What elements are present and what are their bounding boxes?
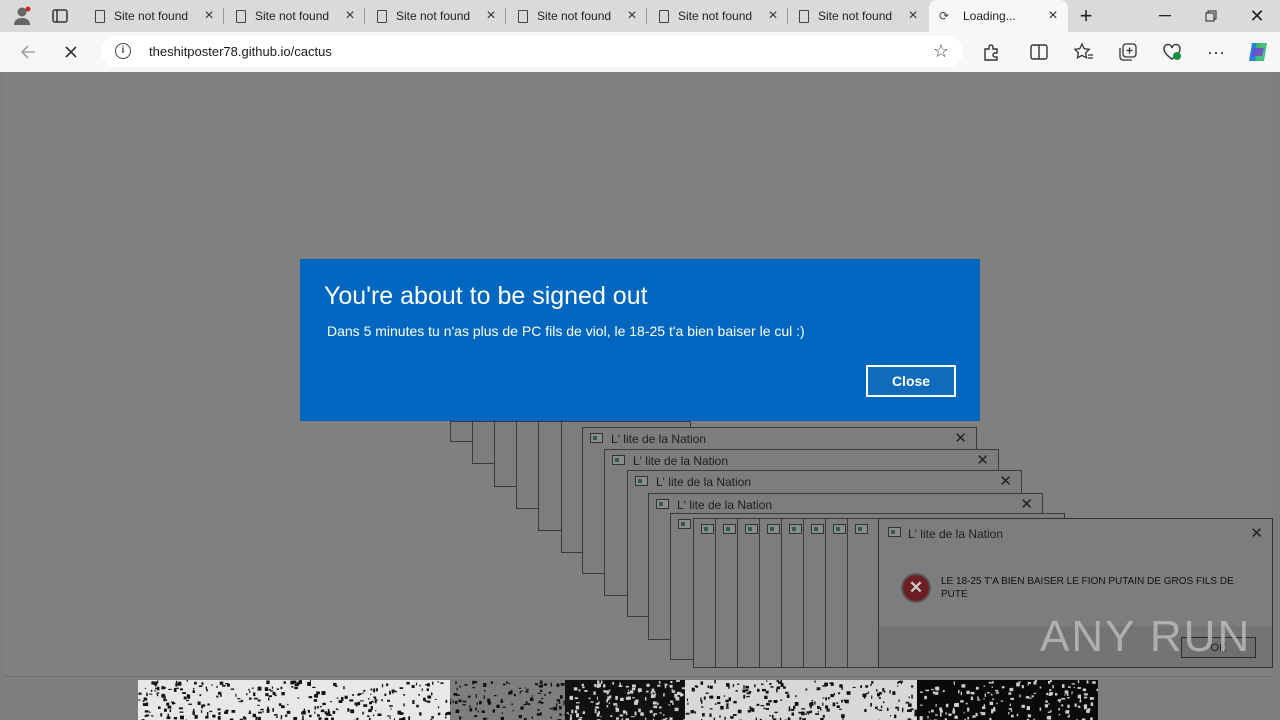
- popup-title: L' lite de la Nation: [908, 527, 1004, 541]
- error-message: LE 18-25 T'A BIEN BAISER LE FION PUTAIN …: [941, 576, 1234, 600]
- dialog-heading: You're about to be signed out: [324, 282, 648, 310]
- window-icon: [833, 524, 846, 534]
- document-icon: [377, 9, 387, 23]
- tab-title: Site not found: [818, 9, 893, 23]
- tab-4[interactable]: Site not found ×: [508, 0, 647, 32]
- dialog-body: Dans 5 minutes tu n'as plus de PC fils d…: [327, 323, 805, 339]
- close-tab-icon[interactable]: ×: [480, 7, 502, 25]
- window-icon: [723, 524, 736, 534]
- window-icon: [590, 433, 603, 443]
- close-button[interactable]: Close: [866, 365, 956, 397]
- popup-titlebar: L' lite de la Nation ✕: [628, 471, 1021, 493]
- popup-title: L' lite de la Nation: [633, 454, 729, 468]
- tab-strip: Site not found × Site not found × Site n…: [0, 0, 1280, 32]
- tab-6[interactable]: Site not found ×: [789, 0, 928, 32]
- tab-title: Loading...: [963, 9, 1016, 23]
- close-tab-icon[interactable]: ×: [762, 7, 784, 25]
- site-info-icon[interactable]: i: [115, 43, 131, 59]
- copilot-icon[interactable]: [1244, 38, 1272, 66]
- window-icon: [701, 524, 714, 534]
- close-tab-icon[interactable]: ×: [1042, 7, 1064, 25]
- close-icon[interactable]: ✕: [954, 429, 967, 447]
- window-icon: [656, 499, 669, 509]
- tab-title: Site not found: [678, 9, 753, 23]
- tab-1[interactable]: Site not found ×: [85, 0, 224, 32]
- back-icon[interactable]: [14, 38, 42, 66]
- close-icon[interactable]: ✕: [1020, 495, 1033, 513]
- minimize-icon[interactable]: [1142, 0, 1188, 32]
- window-icon: [745, 524, 758, 534]
- close-tab-icon[interactable]: ×: [621, 7, 643, 25]
- favorites-icon[interactable]: [1070, 38, 1098, 66]
- document-icon: [236, 9, 246, 23]
- extensions-icon[interactable]: [977, 38, 1005, 66]
- signout-dialog: You're about to be signed out Dans 5 min…: [300, 259, 980, 421]
- loading-spinner-icon: ⟳: [939, 9, 950, 23]
- popup-titlebar: L' lite de la Nation ✕: [879, 519, 1272, 545]
- popup-title: L' lite de la Nation: [656, 475, 752, 489]
- close-icon[interactable]: ✕: [1250, 524, 1263, 542]
- popup-title: L' lite de la Nation: [611, 432, 707, 446]
- anyrun-watermark: ANY RUN: [1040, 612, 1252, 661]
- tab-actions-icon[interactable]: [46, 4, 74, 28]
- document-icon: [95, 9, 105, 23]
- close-icon[interactable]: ✕: [976, 451, 989, 469]
- tab-title: Site not found: [537, 9, 612, 23]
- tab-7-active[interactable]: ⟳ Loading... ×: [929, 0, 1068, 32]
- popup-titlebar: L' lite de la Nation ✕: [583, 428, 976, 450]
- window-icon: [811, 524, 824, 534]
- window-icon: [635, 476, 648, 486]
- document-icon: [518, 9, 528, 23]
- tab-title: Site not found: [255, 9, 330, 23]
- url-text: theshitposter78.github.io/cactus: [149, 44, 332, 59]
- address-bar[interactable]: i theshitposter78.github.io/cactus ☆: [101, 36, 963, 67]
- close-tab-icon[interactable]: ×: [339, 7, 361, 25]
- popup-titlebar: L' lite de la Nation ✕: [605, 450, 998, 472]
- error-icon: ✕: [901, 573, 931, 603]
- tab-2[interactable]: Site not found ×: [226, 0, 365, 32]
- profile-icon[interactable]: [8, 4, 36, 28]
- stop-loading-icon[interactable]: [57, 38, 85, 66]
- close-icon[interactable]: ✕: [999, 472, 1012, 490]
- popup-title: L' lite de la Nation: [677, 498, 773, 512]
- more-options-icon[interactable]: ···: [1202, 38, 1230, 66]
- close-window-icon[interactable]: ✕: [1234, 0, 1280, 32]
- glitch-noise-image: [138, 680, 1098, 720]
- document-icon: [659, 9, 669, 23]
- new-tab-icon[interactable]: +: [1063, 0, 1109, 32]
- window-icon: [855, 524, 868, 534]
- document-icon: [799, 9, 809, 23]
- window-icon: [678, 519, 691, 529]
- window-icon: [612, 455, 625, 465]
- close-tab-icon[interactable]: ×: [902, 7, 924, 25]
- window-icon: [767, 524, 780, 534]
- tab-3[interactable]: Site not found ×: [367, 0, 506, 32]
- window-icon: [789, 524, 802, 534]
- window-icon: [888, 527, 901, 537]
- split-screen-icon[interactable]: [1025, 38, 1053, 66]
- restore-icon[interactable]: [1188, 0, 1234, 32]
- close-tab-icon[interactable]: ×: [198, 7, 220, 25]
- tab-title: Site not found: [396, 9, 471, 23]
- tab-title: Site not found: [114, 9, 189, 23]
- tab-5[interactable]: Site not found ×: [649, 0, 788, 32]
- browser-essentials-icon[interactable]: [1158, 38, 1186, 66]
- collections-icon[interactable]: [1114, 38, 1142, 66]
- favorite-star-icon[interactable]: ☆: [933, 41, 949, 62]
